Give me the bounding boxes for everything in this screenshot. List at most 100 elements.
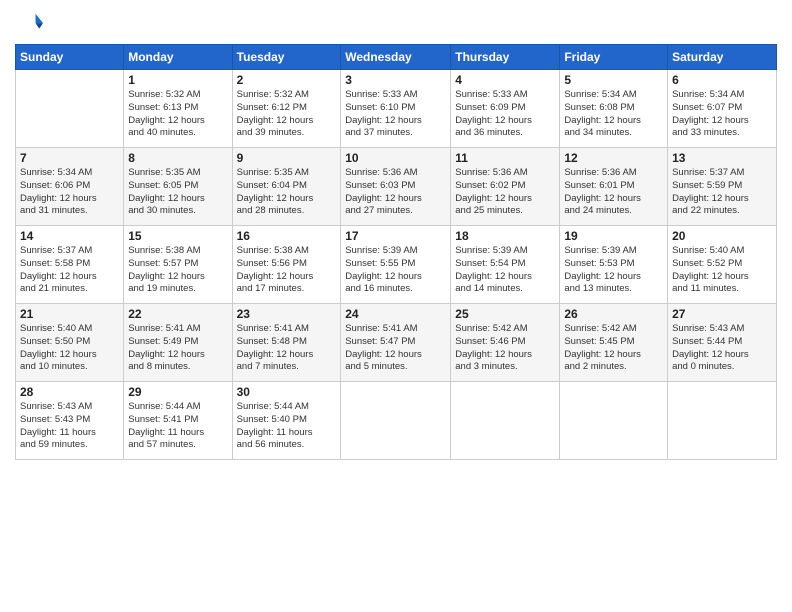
calendar-cell: 10 Sunrise: 5:36 AM Sunset: 6:03 PM Dayli…	[341, 148, 451, 226]
day-info: Sunrise: 5:44 AM Sunset: 5:41 PM Dayligh…	[128, 401, 227, 452]
day-info: Sunrise: 5:42 AM Sunset: 5:46 PM Dayligh…	[455, 323, 555, 374]
calendar-cell: 13 Sunrise: 5:37 AM Sunset: 5:59 PM Dayli…	[668, 148, 777, 226]
day-number: 18	[455, 229, 555, 243]
weekday-header-sunday: Sunday	[16, 45, 124, 70]
calendar-cell: 9 Sunrise: 5:35 AM Sunset: 6:04 PM Daylig…	[232, 148, 341, 226]
day-number: 12	[564, 151, 663, 165]
logo	[15, 10, 47, 38]
calendar-cell	[451, 382, 560, 460]
calendar-cell: 29 Sunrise: 5:44 AM Sunset: 5:41 PM Dayli…	[124, 382, 232, 460]
calendar-cell: 27Sunrise: 5:43 AM Sunset: 5:44 PM Dayli…	[668, 304, 777, 382]
week-row-3: 21Sunrise: 5:40 AM Sunset: 5:50 PM Dayli…	[16, 304, 777, 382]
calendar-cell: 15 Sunrise: 5:38 AM Sunset: 5:57 PM Dayli…	[124, 226, 232, 304]
day-info: Sunrise: 5:36 AM Sunset: 6:01 PM Dayligh…	[564, 167, 663, 218]
day-number: 17	[345, 229, 446, 243]
day-info: Sunrise: 5:43 AM Sunset: 5:43 PM Dayligh…	[20, 401, 119, 452]
day-number: 7	[20, 151, 119, 165]
day-info: Sunrise: 5:37 AM Sunset: 5:58 PM Dayligh…	[20, 245, 119, 296]
header	[15, 10, 777, 38]
calendar-cell: 1 Sunrise: 5:32 AM Sunset: 6:13 PM Daylig…	[124, 70, 232, 148]
day-number: 2	[237, 73, 337, 87]
calendar-cell	[668, 382, 777, 460]
day-number: 5	[564, 73, 663, 87]
day-info: Sunrise: 5:42 AM Sunset: 5:45 PM Dayligh…	[564, 323, 663, 374]
week-row-4: 28 Sunrise: 5:43 AM Sunset: 5:43 PM Dayli…	[16, 382, 777, 460]
day-number: 26	[564, 307, 663, 321]
logo-icon	[15, 10, 43, 38]
calendar-cell: 7 Sunrise: 5:34 AM Sunset: 6:06 PM Daylig…	[16, 148, 124, 226]
weekday-header-friday: Friday	[560, 45, 668, 70]
weekday-header-thursday: Thursday	[451, 45, 560, 70]
weekday-header-row: SundayMondayTuesdayWednesdayThursdayFrid…	[16, 45, 777, 70]
day-number: 15	[128, 229, 227, 243]
calendar-cell: 12 Sunrise: 5:36 AM Sunset: 6:01 PM Dayli…	[560, 148, 668, 226]
calendar-cell: 28 Sunrise: 5:43 AM Sunset: 5:43 PM Dayli…	[16, 382, 124, 460]
day-info: Sunrise: 5:35 AM Sunset: 6:05 PM Dayligh…	[128, 167, 227, 218]
day-info: Sunrise: 5:34 AM Sunset: 6:08 PM Dayligh…	[564, 89, 663, 140]
calendar-cell: 5 Sunrise: 5:34 AM Sunset: 6:08 PM Daylig…	[560, 70, 668, 148]
calendar-cell: 26 Sunrise: 5:42 AM Sunset: 5:45 PM Dayli…	[560, 304, 668, 382]
day-info: Sunrise: 5:41 AM Sunset: 5:49 PM Dayligh…	[128, 323, 227, 374]
day-info: Sunrise: 5:44 AM Sunset: 5:40 PM Dayligh…	[237, 401, 337, 452]
day-number: 16	[237, 229, 337, 243]
day-info: Sunrise: 5:36 AM Sunset: 6:03 PM Dayligh…	[345, 167, 446, 218]
day-info: Sunrise: 5:41 AM Sunset: 5:47 PM Dayligh…	[345, 323, 446, 374]
day-number: 9	[237, 151, 337, 165]
calendar-cell: 8 Sunrise: 5:35 AM Sunset: 6:05 PM Daylig…	[124, 148, 232, 226]
calendar-cell: 30 Sunrise: 5:44 AM Sunset: 5:40 PM Dayli…	[232, 382, 341, 460]
day-number: 13	[672, 151, 772, 165]
day-number: 1	[128, 73, 227, 87]
day-info: Sunrise: 5:35 AM Sunset: 6:04 PM Dayligh…	[237, 167, 337, 218]
calendar-cell: 25 Sunrise: 5:42 AM Sunset: 5:46 PM Dayli…	[451, 304, 560, 382]
day-number: 19	[564, 229, 663, 243]
day-number: 21	[20, 307, 119, 321]
calendar-cell: 4Sunrise: 5:33 AM Sunset: 6:09 PM Daylig…	[451, 70, 560, 148]
day-number: 28	[20, 385, 119, 399]
calendar-cell: 17 Sunrise: 5:39 AM Sunset: 5:55 PM Dayli…	[341, 226, 451, 304]
day-info: Sunrise: 5:38 AM Sunset: 5:57 PM Dayligh…	[128, 245, 227, 296]
calendar-cell	[560, 382, 668, 460]
weekday-header-tuesday: Tuesday	[232, 45, 341, 70]
day-info: Sunrise: 5:37 AM Sunset: 5:59 PM Dayligh…	[672, 167, 772, 218]
day-info: Sunrise: 5:34 AM Sunset: 6:07 PM Dayligh…	[672, 89, 772, 140]
week-row-2: 14 Sunrise: 5:37 AM Sunset: 5:58 PM Dayli…	[16, 226, 777, 304]
day-info: Sunrise: 5:32 AM Sunset: 6:12 PM Dayligh…	[237, 89, 337, 140]
calendar-cell	[341, 382, 451, 460]
day-info: Sunrise: 5:32 AM Sunset: 6:13 PM Dayligh…	[128, 89, 227, 140]
calendar-cell: 21Sunrise: 5:40 AM Sunset: 5:50 PM Dayli…	[16, 304, 124, 382]
page: SundayMondayTuesdayWednesdayThursdayFrid…	[0, 0, 792, 612]
calendar-cell: 20Sunrise: 5:40 AM Sunset: 5:52 PM Dayli…	[668, 226, 777, 304]
calendar-cell	[16, 70, 124, 148]
day-number: 27	[672, 307, 772, 321]
calendar-cell: 14 Sunrise: 5:37 AM Sunset: 5:58 PM Dayli…	[16, 226, 124, 304]
weekday-header-saturday: Saturday	[668, 45, 777, 70]
day-number: 22	[128, 307, 227, 321]
calendar-cell: 3 Sunrise: 5:33 AM Sunset: 6:10 PM Daylig…	[341, 70, 451, 148]
day-info: Sunrise: 5:33 AM Sunset: 6:10 PM Dayligh…	[345, 89, 446, 140]
day-number: 10	[345, 151, 446, 165]
day-number: 24	[345, 307, 446, 321]
calendar-cell: 22 Sunrise: 5:41 AM Sunset: 5:49 PM Dayli…	[124, 304, 232, 382]
day-number: 14	[20, 229, 119, 243]
calendar-cell: 6Sunrise: 5:34 AM Sunset: 6:07 PM Daylig…	[668, 70, 777, 148]
week-row-1: 7 Sunrise: 5:34 AM Sunset: 6:06 PM Daylig…	[16, 148, 777, 226]
day-info: Sunrise: 5:40 AM Sunset: 5:52 PM Dayligh…	[672, 245, 772, 296]
day-info: Sunrise: 5:39 AM Sunset: 5:53 PM Dayligh…	[564, 245, 663, 296]
weekday-header-wednesday: Wednesday	[341, 45, 451, 70]
weekday-header-monday: Monday	[124, 45, 232, 70]
calendar-cell: 19 Sunrise: 5:39 AM Sunset: 5:53 PM Dayli…	[560, 226, 668, 304]
day-info: Sunrise: 5:39 AM Sunset: 5:54 PM Dayligh…	[455, 245, 555, 296]
calendar-cell: 16Sunrise: 5:38 AM Sunset: 5:56 PM Dayli…	[232, 226, 341, 304]
calendar-cell: 23Sunrise: 5:41 AM Sunset: 5:48 PM Dayli…	[232, 304, 341, 382]
day-info: Sunrise: 5:34 AM Sunset: 6:06 PM Dayligh…	[20, 167, 119, 218]
day-number: 8	[128, 151, 227, 165]
day-info: Sunrise: 5:41 AM Sunset: 5:48 PM Dayligh…	[237, 323, 337, 374]
day-info: Sunrise: 5:39 AM Sunset: 5:55 PM Dayligh…	[345, 245, 446, 296]
day-info: Sunrise: 5:33 AM Sunset: 6:09 PM Dayligh…	[455, 89, 555, 140]
day-number: 25	[455, 307, 555, 321]
day-number: 3	[345, 73, 446, 87]
day-number: 30	[237, 385, 337, 399]
day-info: Sunrise: 5:36 AM Sunset: 6:02 PM Dayligh…	[455, 167, 555, 218]
calendar-cell: 11Sunrise: 5:36 AM Sunset: 6:02 PM Dayli…	[451, 148, 560, 226]
day-number: 29	[128, 385, 227, 399]
